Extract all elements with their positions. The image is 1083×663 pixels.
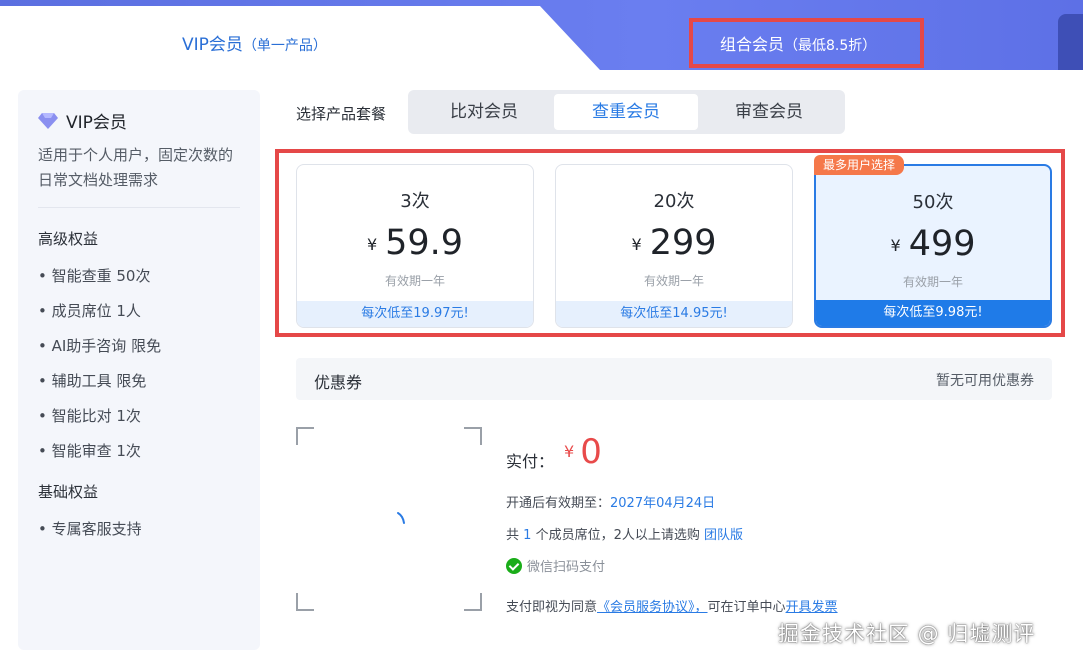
benefit-item: • 成员席位 1人 (38, 302, 141, 320)
payment-qr-code (296, 427, 482, 611)
wechat-pay-icon (506, 558, 522, 574)
plan-price: ¥299 (556, 223, 792, 263)
plan-count: 3次 (400, 191, 430, 212)
agreement-prefix: 支付即视为同意 (506, 600, 598, 615)
product-option-plagiarism-check[interactable]: 查重会员 (554, 94, 698, 130)
main-panel: VIP会员 适用于个人用户，固定次数的日常文档处理需求 高级权益 • 智能查重 … (0, 70, 1083, 663)
yen-symbol: ¥ (890, 236, 901, 255)
plan-validity: 有效期一年 (384, 274, 445, 288)
plan-card-3[interactable]: 3次 ¥59.9 有效期一年 每次低至19.97元! (296, 164, 534, 328)
validity-line: 开通后有效期至：2027年04月24日 (506, 492, 715, 511)
plan-validity: 有效期一年 (902, 275, 963, 289)
team-edition-link[interactable]: 团队版 (704, 528, 743, 543)
tab-combo-title: 组合会员 (720, 35, 785, 54)
tab-vip-title: VIP会员 (182, 35, 243, 55)
coupon-label: 优惠券 (314, 373, 363, 392)
benefit-item: • 智能审查 1次 (38, 442, 141, 460)
advanced-benefits-heading: 高级权益 (38, 230, 99, 248)
divider (38, 207, 240, 208)
amount-due-label: 实付： (506, 452, 555, 471)
agreement-line: 支付即视为同意《会员服务协议》，可在订单中心开具发票 (506, 596, 838, 615)
benefit-item: • 辅助工具 限免 (38, 372, 147, 390)
watermark: 掘金技术社区 @ 归墟测评 (778, 622, 1036, 646)
plan-per-use-price: 每次低至9.98元! (816, 300, 1050, 326)
plan-card-50[interactable]: 50次 ¥499 有效期一年 每次低至9.98元! (814, 164, 1052, 328)
most-popular-badge: 最多用户选择 (814, 155, 905, 175)
benefit-item: • 智能查重 50次 (38, 267, 151, 285)
wechat-pay-label: 微信扫码支付 (527, 560, 606, 575)
plan-price-value: 59.9 (385, 223, 464, 263)
product-segmented-control: 比对会员 查重会员 审查会员 (408, 90, 845, 134)
wechat-pay-line: 微信扫码支付 (506, 556, 605, 575)
plan-price: ¥59.9 (297, 223, 533, 263)
loading-spinner-icon (397, 512, 405, 524)
yen-symbol: ¥ (366, 235, 378, 254)
invoice-prefix: 可在订单中心 (707, 600, 786, 615)
seats-text: 个成员席位，2人以上请选购 (535, 528, 700, 543)
qr-corner (464, 427, 482, 445)
yen-symbol: ¥ (631, 235, 642, 254)
seats-prefix: 共 (506, 528, 520, 543)
sidebar-title-text: VIP会员 (66, 113, 127, 133)
plan-price-value: 299 (649, 223, 717, 263)
qr-corner (296, 427, 314, 445)
qr-corner (296, 593, 314, 611)
coupon-row[interactable]: 优惠券 暂无可用优惠券 (296, 358, 1052, 400)
benefits-sidebar: VIP会员 适用于个人用户，固定次数的日常文档处理需求 高级权益 • 智能查重 … (18, 90, 260, 650)
validity-date: 2027年04月24日 (610, 496, 716, 511)
yen-symbol: ¥ (564, 442, 575, 461)
membership-tab-bar: VIP会员（单一产品） 组合会员（最低8.5折） (0, 0, 1083, 70)
plan-count: 50次 (912, 192, 954, 213)
benefit-item: • 专属客服支持 (38, 520, 142, 538)
product-selector-label: 选择产品套餐 (296, 105, 387, 123)
qr-corner (464, 593, 482, 611)
tab-combo-subtitle: （最低8.5折） (784, 38, 877, 54)
amount-due-value: 0 (580, 432, 602, 472)
validity-prefix: 开通后有效期至： (506, 496, 611, 511)
plan-price: ¥499 (816, 224, 1050, 264)
sidebar-description: 适用于个人用户，固定次数的日常文档处理需求 (38, 146, 234, 189)
window-edge-decoration (1058, 14, 1083, 70)
sidebar-title: VIP会员 (38, 108, 240, 133)
benefit-item: • 智能比对 1次 (38, 407, 141, 425)
basic-benefits-heading: 基础权益 (38, 483, 99, 501)
tab-combo[interactable]: 组合会员（最低8.5折） (720, 31, 876, 55)
plan-price-value: 499 (908, 224, 976, 264)
plan-card-20[interactable]: 20次 ¥299 有效期一年 每次低至14.95元! (555, 164, 793, 328)
coupon-status: 暂无可用优惠券 (936, 373, 1034, 389)
issue-invoice-link[interactable]: 开具发票 (786, 600, 838, 615)
tab-vip-subtitle: （单一产品） (242, 38, 327, 54)
plan-count: 20次 (653, 191, 695, 212)
tab-vip-label[interactable]: VIP会员（单一产品） (182, 30, 327, 55)
benefit-item: • AI助手咨询 限免 (38, 337, 162, 355)
diamond-icon (38, 112, 58, 129)
seats-count: 1 (523, 528, 532, 543)
product-option-compare[interactable]: 比对会员 (412, 94, 556, 130)
service-agreement-link[interactable]: 《会员服务协议》， (597, 600, 708, 615)
plan-validity: 有效期一年 (643, 274, 704, 288)
product-option-review[interactable]: 审查会员 (697, 94, 841, 130)
seats-line: 共 1 个成员席位，2人以上请选购 团队版 (506, 524, 743, 543)
plan-per-use-price: 每次低至19.97元! (297, 301, 533, 327)
plan-per-use-price: 每次低至14.95元! (556, 301, 792, 327)
amount-due: ¥0 (564, 432, 602, 472)
